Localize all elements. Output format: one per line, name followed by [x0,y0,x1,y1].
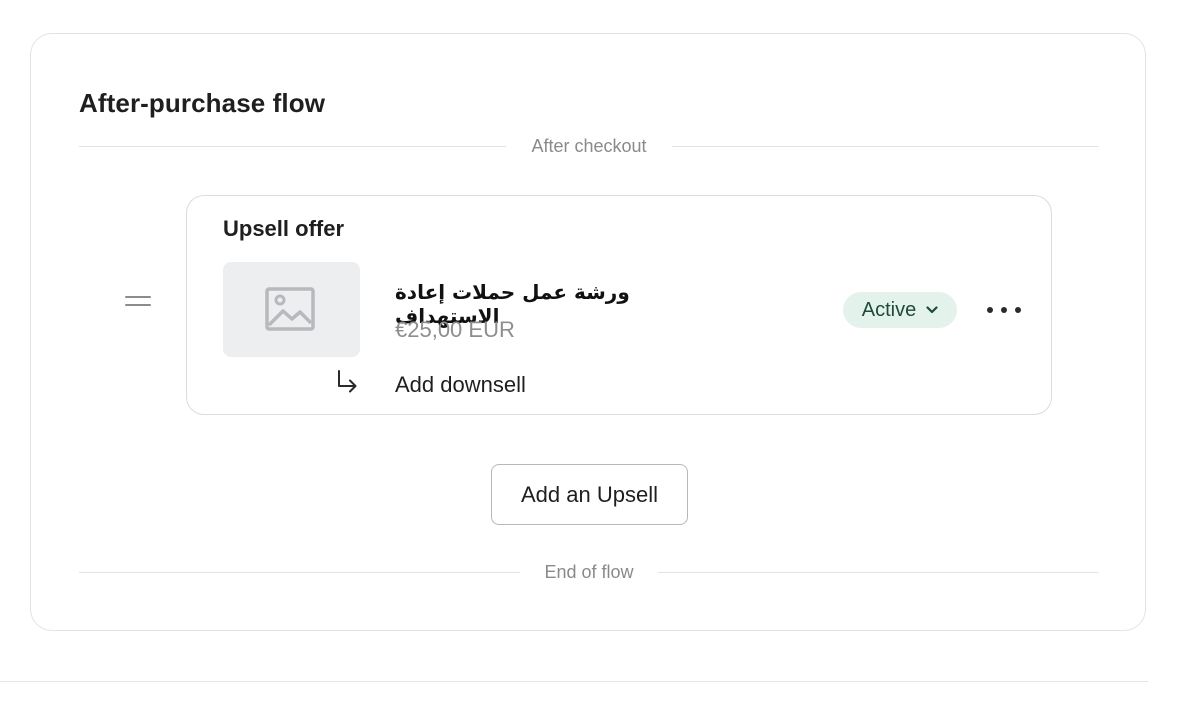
return-arrow-icon [338,370,357,393]
more-options-icon[interactable] [987,296,1021,324]
divider-line [658,572,1099,573]
after-checkout-divider: After checkout [79,134,1099,158]
image-placeholder-icon [265,287,315,331]
product-price: €25,00 EUR [395,317,515,342]
status-dropdown[interactable]: Active [843,292,957,328]
chevron-down-icon [926,306,938,314]
upsell-offer-card: Upsell offer ورشة عمل حملات إعادة الاسته… [186,195,1052,415]
divider-line [672,146,1099,147]
add-downsell-link[interactable]: Add downsell [395,372,526,398]
section-title: After-purchase flow [79,88,326,118]
status-label: Active [861,298,917,321]
offer-title: Upsell offer [223,216,345,241]
product-thumbnail [223,262,360,357]
after-purchase-flow-card: After-purchase flow After checkout Upsel… [30,33,1146,631]
drag-handle-icon[interactable] [125,296,151,308]
end-of-flow-divider: End of flow [79,560,1099,584]
page-divider [0,681,1148,682]
add-upsell-button[interactable]: Add an Upsell [491,464,688,525]
